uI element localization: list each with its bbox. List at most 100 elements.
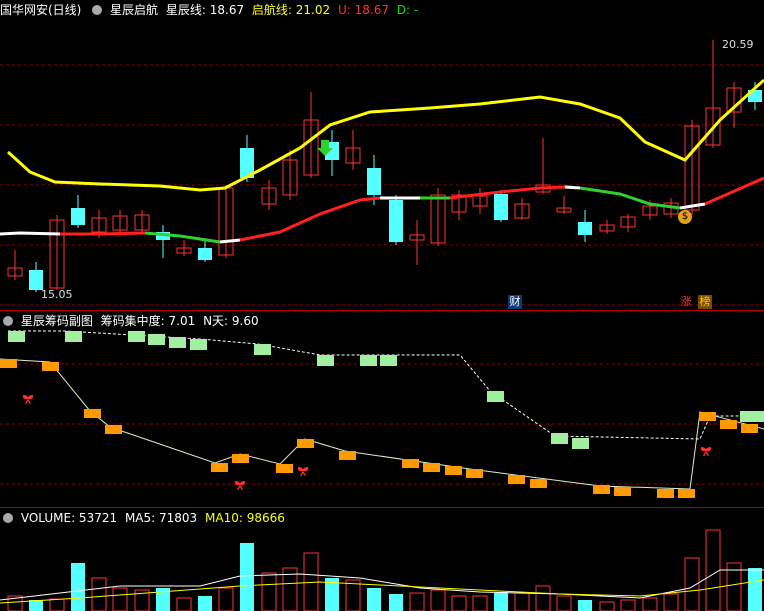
- volume-bar: [218, 587, 234, 611]
- chip-orange-box: [42, 362, 59, 371]
- main-chart-panel[interactable]: 国华网安(日线) 星辰启航 星辰线: 18.67 启航线: 21.02 U: 1…: [0, 0, 764, 310]
- upper-band-line: [6, 78, 764, 192]
- butterfly-icon: [700, 447, 712, 457]
- volume-chart-canvas: [0, 529, 764, 611]
- lower-band-line: [239, 196, 381, 242]
- candle-body: [494, 194, 508, 220]
- chip-green-box: [65, 331, 82, 342]
- volume-bar: [748, 568, 762, 611]
- chip-orange-box: [276, 464, 293, 473]
- volume-bar: [198, 596, 212, 611]
- volume-bar: [112, 587, 128, 611]
- volume-bar: [578, 600, 592, 611]
- chip-orange-box: [699, 412, 716, 421]
- chip-green-box: [148, 334, 165, 345]
- chip-orange-box: [720, 420, 737, 429]
- chip-green-box: [360, 355, 377, 366]
- rise-tag[interactable]: 涨: [679, 295, 693, 309]
- coin-icon: $: [678, 210, 692, 224]
- volume-bar: [599, 601, 615, 611]
- volume-bar: [240, 543, 254, 611]
- volume-bar: [91, 577, 107, 611]
- chip-orange-box: [678, 489, 695, 498]
- ma10-line: [0, 579, 764, 604]
- chip-orange-box: [445, 466, 462, 475]
- chip-green-box: [551, 433, 568, 444]
- rank-tag[interactable]: 榜: [698, 295, 712, 309]
- candle-body: [29, 270, 43, 290]
- butterfly-shape: [297, 467, 309, 477]
- volume-bar: [409, 592, 425, 611]
- chip-green-box: [572, 438, 589, 449]
- chip-chart-canvas: [0, 330, 764, 498]
- chip-orange-box: [593, 485, 610, 494]
- volume-bar: [705, 529, 721, 611]
- chip-orange-box: [741, 424, 758, 433]
- volume-bar: [494, 592, 508, 611]
- high-price-label: 20.59: [722, 38, 754, 51]
- volume-bar: [514, 592, 530, 611]
- volume-bar: [663, 593, 679, 611]
- chip-orange-box: [232, 454, 249, 463]
- volume-bar: [29, 600, 43, 611]
- chip-orange-box: [466, 469, 483, 478]
- volume-bar: [451, 595, 467, 611]
- volume-bar: [49, 598, 65, 611]
- chip-green-box: [380, 355, 397, 366]
- candle-body: [367, 168, 381, 195]
- volume-bar: [367, 588, 381, 611]
- volume-bar: [71, 563, 85, 611]
- lower-band-line: [0, 231, 61, 236]
- volume-bar: [345, 579, 361, 611]
- butterfly-icon: [297, 467, 309, 477]
- chip-orange-box: [105, 425, 122, 434]
- lower-band-line: [60, 231, 146, 236]
- chip-green-box: [487, 391, 504, 402]
- chip-orange-box: [530, 479, 547, 488]
- chip-orange-box: [297, 439, 314, 448]
- chip-panel[interactable]: 星辰筹码副图 筹码集中度: 7.01 N天: 9.60: [0, 311, 764, 507]
- candle-body: [389, 200, 403, 242]
- candle-body: [71, 208, 85, 225]
- volume-bar: [176, 597, 192, 611]
- lower-band-line: [564, 185, 581, 190]
- chip-orange-box: [657, 489, 674, 498]
- lower-band-line: [679, 202, 706, 210]
- butterfly-shape: [22, 395, 34, 405]
- volume-bar: [535, 585, 551, 611]
- low-price-label: 15.05: [41, 288, 73, 301]
- chip-green-box: [317, 355, 334, 366]
- volume-bar: [430, 589, 446, 611]
- chip-green-box: [128, 331, 145, 342]
- volume-bar: [472, 595, 488, 611]
- volume-bar: [684, 557, 700, 611]
- lower-band-line: [704, 176, 764, 206]
- chip-orange-box: [423, 463, 440, 472]
- chip-orange-box: [508, 475, 525, 484]
- chip-green-box: [757, 411, 764, 422]
- volume-bar: [556, 595, 572, 611]
- chip-orange-box: [84, 409, 101, 418]
- butterfly-icon: [22, 395, 34, 405]
- chip-orange-box: [339, 451, 356, 460]
- finance-tag[interactable]: 财: [508, 295, 522, 309]
- chip-orange-box: [211, 463, 228, 472]
- chip-green-box: [169, 337, 186, 348]
- lower-band-line: [579, 186, 681, 210]
- chip-dashed-line: [8, 330, 764, 440]
- volume-bar: [620, 599, 636, 611]
- chip-green-box: [740, 411, 757, 422]
- chip-green-box: [254, 344, 271, 355]
- butterfly-shape: [234, 481, 246, 491]
- chip-orange-box: [614, 487, 631, 496]
- butterfly-shape: [700, 447, 712, 457]
- candle-body: [578, 222, 592, 235]
- chip-green-box: [8, 331, 25, 342]
- chip-orange-box: [402, 459, 419, 468]
- volume-bar: [261, 572, 277, 611]
- volume-panel[interactable]: VOLUME: 53721 MA5: 71803 MA10: 98666: [0, 508, 764, 611]
- lower-band-line: [219, 238, 241, 244]
- chip-orange-box: [0, 359, 17, 368]
- volume-bar: [642, 597, 658, 611]
- butterfly-icon: [234, 481, 246, 491]
